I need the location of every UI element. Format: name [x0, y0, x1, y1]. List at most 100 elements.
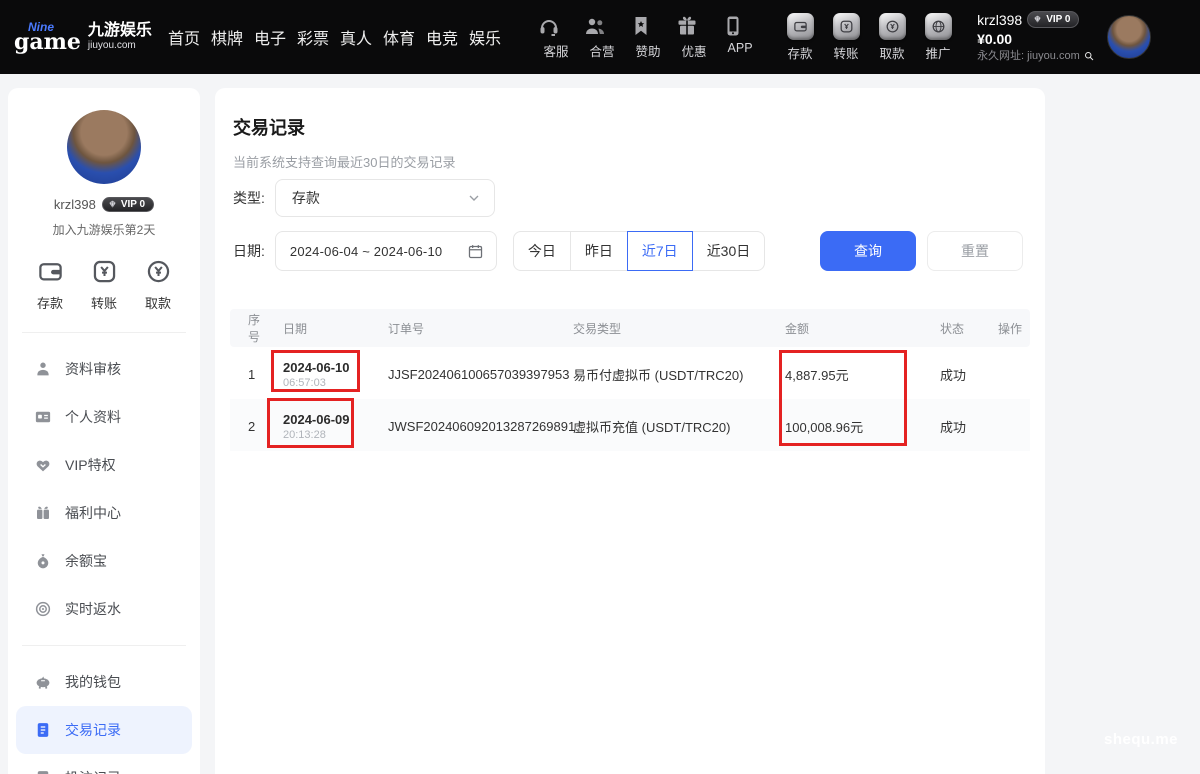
- diamond-icon: [1032, 14, 1043, 25]
- headset-icon: [537, 14, 575, 38]
- topbar-link-deposit[interactable]: 存款: [781, 13, 819, 62]
- topbar-link-withdraw[interactable]: 取款: [873, 13, 911, 62]
- range-today-button[interactable]: 今日: [513, 231, 571, 271]
- type-label: 类型:: [233, 188, 265, 208]
- avatar[interactable]: [67, 110, 141, 184]
- watermark: shequ.me: [1104, 731, 1178, 748]
- topbar-link-service[interactable]: 客服: [537, 14, 575, 60]
- piggy-bank-icon: [34, 673, 52, 691]
- topbar-link-label: 存款: [781, 43, 819, 62]
- brand-cn: 九游娱乐 jiuyou.com: [88, 22, 152, 52]
- quick-action-label: 取款: [138, 293, 178, 312]
- logo[interactable]: Nine game 九游娱乐 jiuyou.com: [14, 21, 152, 53]
- promote-globe-icon: [925, 13, 952, 40]
- range-last30days-button[interactable]: 近30日: [692, 231, 766, 271]
- transactions-table: 序号 日期 订单号 交易类型 金额 状态 操作 1 2024-06-10 06:…: [230, 309, 1030, 451]
- type-select[interactable]: 存款: [275, 179, 495, 217]
- phone-icon: [721, 14, 759, 38]
- cell-status-link[interactable]: 成功: [932, 399, 990, 451]
- deposit-wallet-icon: [37, 258, 64, 285]
- date-range-input[interactable]: 2024-06-04 ~ 2024-06-10: [275, 231, 497, 271]
- quick-range-group: 今日 昨日 近7日 近30日: [513, 231, 765, 271]
- sidebar-item-vip-privileges[interactable]: VIP特权: [8, 441, 200, 489]
- table-header-row: 序号 日期 订单号 交易类型 金额 状态 操作: [230, 309, 1030, 347]
- reset-button[interactable]: 重置: [927, 231, 1023, 271]
- gift-icon: [675, 14, 713, 38]
- topbar-link-promotions[interactable]: 优惠: [675, 14, 713, 60]
- calendar-icon[interactable]: [467, 243, 484, 260]
- profile-audit-icon: [34, 360, 52, 378]
- topbar-link-label: 客服: [537, 41, 575, 60]
- vip-level-label: VIP 0: [1046, 13, 1070, 26]
- search-icon[interactable]: [1083, 50, 1095, 62]
- topbar-user-info[interactable]: krzl398 VIP 0 ¥0.00 永久网址: jiuyou.com: [977, 11, 1095, 64]
- sidebar-item-my-wallet[interactable]: 我的钱包: [8, 658, 200, 706]
- cell-type: 虚拟币充值 (USDT/TRC20): [565, 399, 777, 451]
- document-icon: [34, 721, 52, 739]
- nav-item-esports[interactable]: 电竞: [426, 25, 458, 49]
- cell-type: 易币付虚拟币 (USDT/TRC20): [565, 347, 777, 399]
- sidebar-item-personal-info[interactable]: 个人资料: [8, 393, 200, 441]
- col-header-date: 日期: [275, 309, 380, 347]
- nav-item-sports[interactable]: 体育: [383, 25, 415, 49]
- col-header-order-no: 订单号: [380, 309, 565, 347]
- page: Nine game 九游娱乐 jiuyou.com 首页 棋牌 电子 彩票 真人…: [0, 0, 1200, 774]
- type-filter-row: 类型: 存款: [233, 179, 1045, 217]
- avatar[interactable]: [1107, 15, 1151, 59]
- joined-days-text: 加入九游娱乐第2天: [8, 221, 200, 238]
- topbar-link-partnership[interactable]: 合营: [583, 14, 621, 60]
- topbar-link-transfer[interactable]: 转账: [827, 13, 865, 62]
- partners-icon: [583, 14, 621, 38]
- range-yesterday-button[interactable]: 昨日: [570, 231, 628, 271]
- money-bag-icon: [34, 552, 52, 570]
- sidebar-item-label: 实时返水: [65, 599, 121, 619]
- topbar-link-label: 合营: [583, 41, 621, 60]
- topbar-link-label: 赞助: [629, 41, 667, 60]
- nav-item-live-casino[interactable]: 真人: [340, 25, 372, 49]
- sidebar-item-label: 余额宝: [65, 551, 107, 571]
- topbar-link-promote[interactable]: 推广: [919, 13, 957, 62]
- brand-logo: Nine game: [14, 21, 81, 53]
- cell-date: 2024-06-09 20:13:28: [275, 399, 380, 451]
- cell-date-value: 2024-06-09: [283, 412, 372, 427]
- sidebar-quick-actions: 存款 转账 取款: [8, 238, 200, 332]
- cell-index: 2: [230, 399, 275, 451]
- sidebar-item-profile-audit[interactable]: 资料审核: [8, 345, 200, 393]
- brand-game-text: game: [14, 31, 81, 53]
- nav-item-slots[interactable]: 电子: [254, 25, 286, 49]
- cell-status-link[interactable]: 成功: [932, 347, 990, 399]
- cell-order-no: JJSF202406100657039397953: [380, 347, 565, 399]
- sidebar-item-label: VIP特权: [65, 455, 116, 475]
- date-range-value: 2024-06-04 ~ 2024-06-10: [290, 244, 442, 259]
- range-last7days-button[interactable]: 近7日: [627, 231, 693, 271]
- rebate-target-icon: [34, 600, 52, 618]
- sidebar: krzl398 VIP 0 加入九游娱乐第2天 存款 转账 取款: [8, 88, 200, 774]
- diamond-icon: [107, 199, 118, 210]
- cell-order-no: JWSF202406092013287269891: [380, 399, 565, 451]
- sidebar-profile: krzl398 VIP 0 加入九游娱乐第2天: [8, 88, 200, 238]
- date-filter-row: 日期: 2024-06-04 ~ 2024-06-10 今日 昨日 近7日 近3…: [233, 231, 1045, 271]
- nav-item-entertainment[interactable]: 娱乐: [469, 25, 501, 49]
- username: krzl398: [977, 11, 1022, 29]
- quick-action-withdraw[interactable]: 取款: [138, 258, 178, 312]
- sidebar-item-betting-records[interactable]: 投注记录: [8, 754, 200, 774]
- cell-date-value: 2024-06-10: [283, 360, 372, 375]
- quick-action-deposit[interactable]: 存款: [30, 258, 70, 312]
- quick-action-transfer[interactable]: 转账: [84, 258, 124, 312]
- sidebar-item-transaction-records[interactable]: 交易记录: [16, 706, 192, 754]
- nav-item-lottery[interactable]: 彩票: [297, 25, 329, 49]
- sidebar-item-realtime-rebate[interactable]: 实时返水: [8, 585, 200, 633]
- date-label: 日期:: [233, 241, 265, 261]
- search-button[interactable]: 查询: [820, 231, 916, 271]
- nav-item-board-games[interactable]: 棋牌: [211, 25, 243, 49]
- quick-action-label: 转账: [84, 293, 124, 312]
- sidebar-item-label: 投注记录: [65, 768, 121, 774]
- nav-item-home[interactable]: 首页: [168, 25, 200, 49]
- topbar-link-sponsor[interactable]: 赞助: [629, 14, 667, 60]
- sidebar-item-welfare-center[interactable]: 福利中心: [8, 489, 200, 537]
- sidebar-item-yuebao[interactable]: 余额宝: [8, 537, 200, 585]
- topbar-link-app[interactable]: APP: [721, 14, 759, 60]
- type-select-value: 存款: [292, 188, 320, 208]
- sidebar-item-label: 个人资料: [65, 407, 121, 427]
- topbar: Nine game 九游娱乐 jiuyou.com 首页 棋牌 电子 彩票 真人…: [0, 0, 1200, 74]
